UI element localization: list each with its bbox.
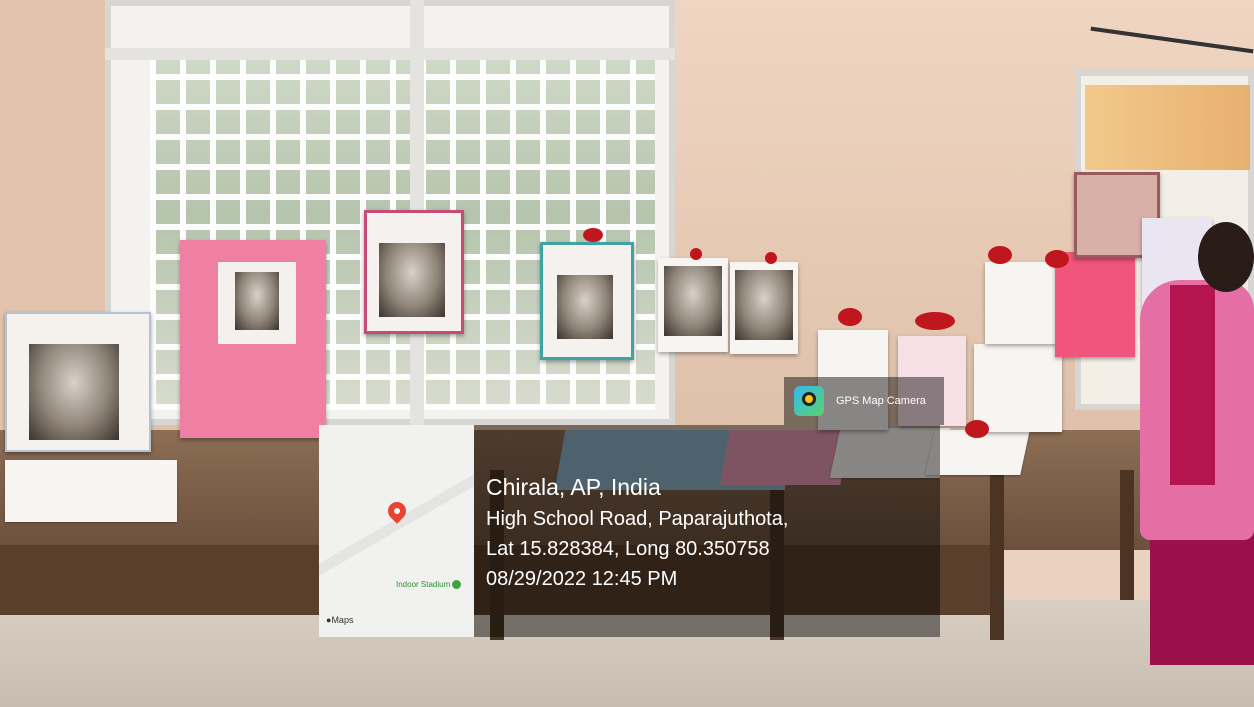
map-poi: Indoor Stadium [396, 580, 462, 590]
gps-map-camera-icon [794, 386, 824, 416]
person-scarf [1170, 285, 1215, 485]
location-info-panel [474, 425, 940, 637]
gps-app-badge: GPS Map Camera [784, 377, 944, 425]
person-head [1198, 222, 1254, 292]
photo-scene: GPS Map Camera Indoor Stadium ●Maps Chir… [0, 0, 1254, 707]
map-attribution-text: Maps [331, 615, 354, 625]
portrait-print [730, 262, 798, 354]
flower-decoration [690, 248, 702, 260]
map-thumbnail [319, 425, 474, 637]
location-address: High School Road, Paparajuthota, [486, 508, 789, 530]
portrait-photo [235, 272, 279, 330]
location-place: Chirala, AP, India [486, 474, 661, 500]
portrait-print [658, 258, 728, 352]
portrait-photo [29, 344, 119, 440]
flower-decoration [915, 312, 955, 330]
flower-decoration [583, 228, 603, 242]
flower-decoration [838, 308, 862, 326]
flower-decoration [965, 420, 989, 438]
gps-app-name: GPS Map Camera [836, 395, 926, 407]
table-leg [990, 470, 1004, 640]
portrait-poster [364, 210, 464, 334]
location-datetime: 08/29/2022 12:45 PM [486, 568, 678, 590]
portrait-poster [540, 242, 634, 360]
portrait-photo [735, 270, 793, 340]
location-coordinates: Lat 15.828384, Long 80.350758 [486, 538, 770, 560]
flower-decoration [765, 252, 777, 264]
pink-portrait-poster [180, 240, 326, 438]
table-leg [1120, 470, 1134, 600]
map-attribution: ●Maps [326, 615, 353, 625]
handwritten-chart [974, 344, 1062, 432]
portrait-poster [5, 312, 151, 452]
stadium-icon [452, 580, 462, 590]
flower-decoration [988, 246, 1012, 264]
window-transom [105, 48, 675, 60]
person-trousers [1150, 525, 1254, 665]
portrait-photo [664, 266, 722, 336]
map-poi-label: Indoor Stadium [396, 580, 451, 589]
right-window-light [1085, 85, 1250, 170]
paper-sheet [5, 460, 177, 522]
portrait-photo [557, 275, 613, 339]
portrait-print [985, 262, 1057, 344]
portrait-photo [379, 243, 445, 317]
pink-chart [1055, 252, 1135, 357]
flower-decoration [1045, 250, 1069, 268]
